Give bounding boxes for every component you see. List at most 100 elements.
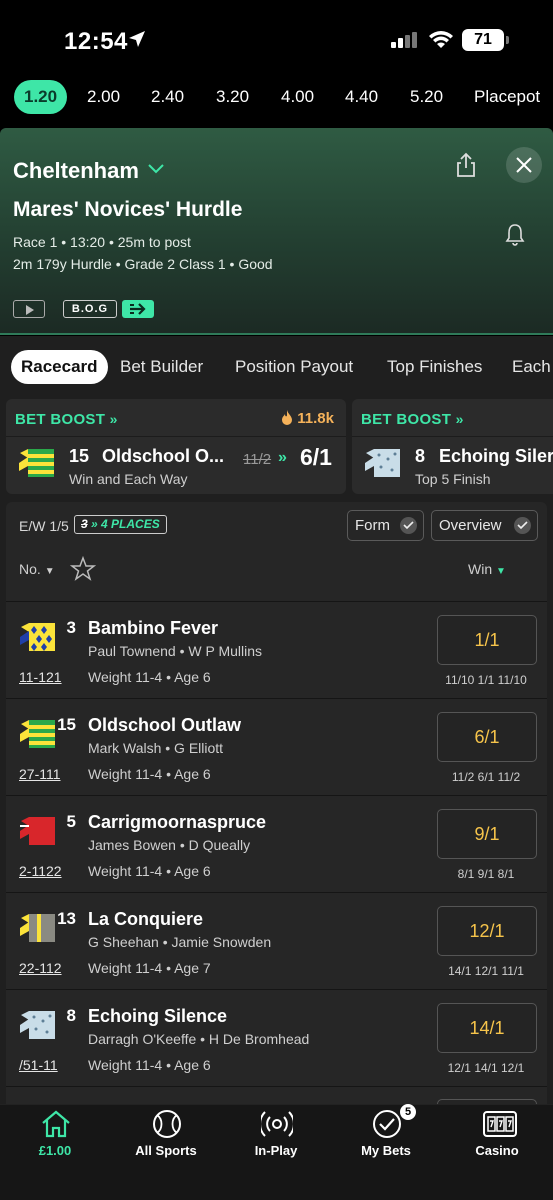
close-button[interactable] xyxy=(506,147,542,183)
horse-name: Oldschool Outlaw xyxy=(88,715,242,735)
share-icon[interactable] xyxy=(455,152,477,178)
runner-row[interactable]: 8 Echoing Silence Darragh O'Keeffe • H D… xyxy=(6,990,547,1087)
bog-badge: B.O.G xyxy=(63,300,117,318)
flame-icon xyxy=(282,410,293,425)
nav-casino[interactable]: Casino xyxy=(447,1105,547,1200)
tab-position-payout[interactable]: Position Payout xyxy=(235,350,353,384)
runner-row[interactable]: 13 La Conquiere G Sheehan • Jamie Snowde… xyxy=(6,893,547,990)
race-header: Cheltenham Mares' Novices' Hurdle Race 1… xyxy=(0,128,553,335)
bet-boost-card[interactable]: BET BOOST » 11.8k 15 Oldschool O... Win … xyxy=(6,399,346,494)
tab-racecard[interactable]: Racecard xyxy=(11,350,108,384)
boost-market: Win and Each Way xyxy=(69,471,188,487)
odds-history: 8/1 9/1 8/1 xyxy=(457,867,515,881)
ball-icon xyxy=(153,1110,181,1138)
form-link[interactable]: 27-111 xyxy=(19,766,61,782)
horse-name: Echoing Silence xyxy=(88,1006,228,1026)
horse-name: La Conquiere xyxy=(88,909,204,929)
time-tab-2-40[interactable]: 2.40 xyxy=(141,80,194,114)
time-tab-1-20[interactable]: 1.20 xyxy=(14,80,68,114)
arrow-right-icon xyxy=(130,303,146,315)
bet-boost-heading: BET BOOST » xyxy=(15,411,118,428)
runner-number: 8 xyxy=(66,1006,76,1025)
win-odds-button[interactable]: 1/1 xyxy=(437,615,537,665)
nav-my-bets[interactable]: 5 My Bets xyxy=(336,1104,436,1200)
weight-age: Weight 11-4 • Age 6 xyxy=(88,1057,211,1073)
nav-label: £1.00 xyxy=(38,1143,72,1158)
boost-runner-number: 15 xyxy=(69,446,90,466)
jockey-trainer: James Bowen • D Queally xyxy=(88,837,251,853)
time-tab-4-00[interactable]: 4.00 xyxy=(271,80,324,114)
runner-number: 13 xyxy=(57,909,76,928)
odds-history: 11/10 1/1 11/10 xyxy=(445,673,527,687)
light-blue-silk-icon xyxy=(20,1011,55,1039)
form-link[interactable]: 11-121 xyxy=(19,669,62,685)
horse-name: Bambino Fever xyxy=(88,618,219,638)
cash-out-badge xyxy=(122,300,154,318)
boost-horse-name: Echoing Siler xyxy=(439,446,553,466)
tab-bet-builder[interactable]: Bet Builder xyxy=(120,350,203,384)
win-odds-button[interactable]: 9/1 xyxy=(437,809,537,859)
bet-boost-heading: BET BOOST » xyxy=(361,411,464,428)
boost-arrow-icon: » xyxy=(278,449,287,466)
divider xyxy=(6,436,346,437)
nav-in-play[interactable]: In-Play xyxy=(226,1105,326,1200)
boost-horse-name: Oldschool O... xyxy=(102,446,225,466)
live-icon xyxy=(261,1111,293,1137)
time-tab-2-00[interactable]: 2.00 xyxy=(77,80,130,114)
race-conditions: 2m 179y Hurdle • Grade 2 Class 1 • Good xyxy=(13,256,273,272)
runner-row[interactable]: 15 Oldschool Outlaw Mark Walsh • G Ellio… xyxy=(6,699,547,796)
time-tab-4-40[interactable]: 4.40 xyxy=(335,80,388,114)
sort-by-number[interactable]: No. ▼ xyxy=(19,561,55,577)
bet-boost-card[interactable]: BET BOOST » 8 Echoing Siler Top 5 Finish xyxy=(352,399,553,494)
tab-top-finishes[interactable]: Top Finishes xyxy=(387,350,482,384)
runner-row[interactable]: 5 Carrigmoornaspruce James Bowen • D Que… xyxy=(6,796,547,893)
runner-row[interactable]: 3 Bambino Fever Paul Townend • W P Mulli… xyxy=(6,602,547,699)
play-icon xyxy=(26,305,34,315)
nav-all-sports[interactable]: All Sports xyxy=(116,1105,216,1200)
horse-name: Carrigmoornaspruce xyxy=(88,812,267,832)
home-icon xyxy=(42,1110,70,1138)
time-tab-5-20[interactable]: 5.20 xyxy=(400,80,453,114)
slots-icon xyxy=(483,1111,517,1137)
course-selector[interactable]: Cheltenham xyxy=(13,158,139,184)
check-icon xyxy=(514,517,531,534)
boost-new-odds[interactable]: 6/1 xyxy=(300,444,332,471)
runner-number: 3 xyxy=(66,618,76,637)
extra-places-badge: 3 » 4 PLACES xyxy=(74,515,167,534)
sort-by-win-odds[interactable]: Win ▼ xyxy=(468,561,506,577)
nav-label: In-Play xyxy=(254,1143,298,1158)
form-link[interactable]: 22-112 xyxy=(19,960,62,976)
nav-label: My Bets xyxy=(361,1143,411,1158)
check-circle-icon xyxy=(373,1110,401,1138)
light-blue-silk-icon xyxy=(365,449,400,477)
runner-number: 5 xyxy=(66,812,76,831)
battery-tip xyxy=(506,36,509,44)
runners-panel: E/W 1/5 3 » 4 PLACES Form Overview No. ▼… xyxy=(6,502,547,1104)
overview-toggle[interactable]: Overview xyxy=(431,510,538,541)
time-tab-placepot[interactable]: Placepot xyxy=(464,80,550,114)
status-time: 12:54 xyxy=(64,28,128,55)
star-icon[interactable] xyxy=(70,556,96,582)
boost-runner-number: 8 xyxy=(415,446,426,466)
form-link[interactable]: 2-1122 xyxy=(19,863,62,879)
race-sub-tabs: Racecard Bet Builder Position Payout Top… xyxy=(0,350,553,384)
win-odds-button[interactable]: 14/1 xyxy=(437,1003,537,1053)
form-toggle[interactable]: Form xyxy=(347,510,424,541)
form-link[interactable]: /51-11 xyxy=(19,1057,58,1073)
chevron-down-icon[interactable] xyxy=(148,164,164,174)
nav-home[interactable]: £1.00 xyxy=(5,1105,105,1200)
time-tab-3-20[interactable]: 3.20 xyxy=(206,80,259,114)
yellow-blue-silk-icon xyxy=(20,623,55,651)
win-odds-button[interactable]: 12/1 xyxy=(437,906,537,956)
tab-each-way[interactable]: Each xyxy=(512,350,551,384)
boost-old-odds: 11/2 xyxy=(243,451,272,468)
jockey-trainer: Darragh O'Keeffe • H De Bromhead xyxy=(88,1031,310,1047)
win-odds-button[interactable]: 6/1 xyxy=(437,712,537,762)
bell-icon[interactable] xyxy=(505,222,525,246)
live-stream-badge[interactable] xyxy=(13,300,45,318)
race-info: Race 1 • 13:20 • 25m to post xyxy=(13,234,191,250)
race-time-tabs: 1.20 2.00 2.40 3.20 4.00 4.40 5.20 Place… xyxy=(0,80,553,128)
weight-age: Weight 11-4 • Age 6 xyxy=(88,863,211,879)
weight-age: Weight 11-4 • Age 6 xyxy=(88,669,211,685)
jockey-trainer: Paul Townend • W P Mullins xyxy=(88,643,263,659)
